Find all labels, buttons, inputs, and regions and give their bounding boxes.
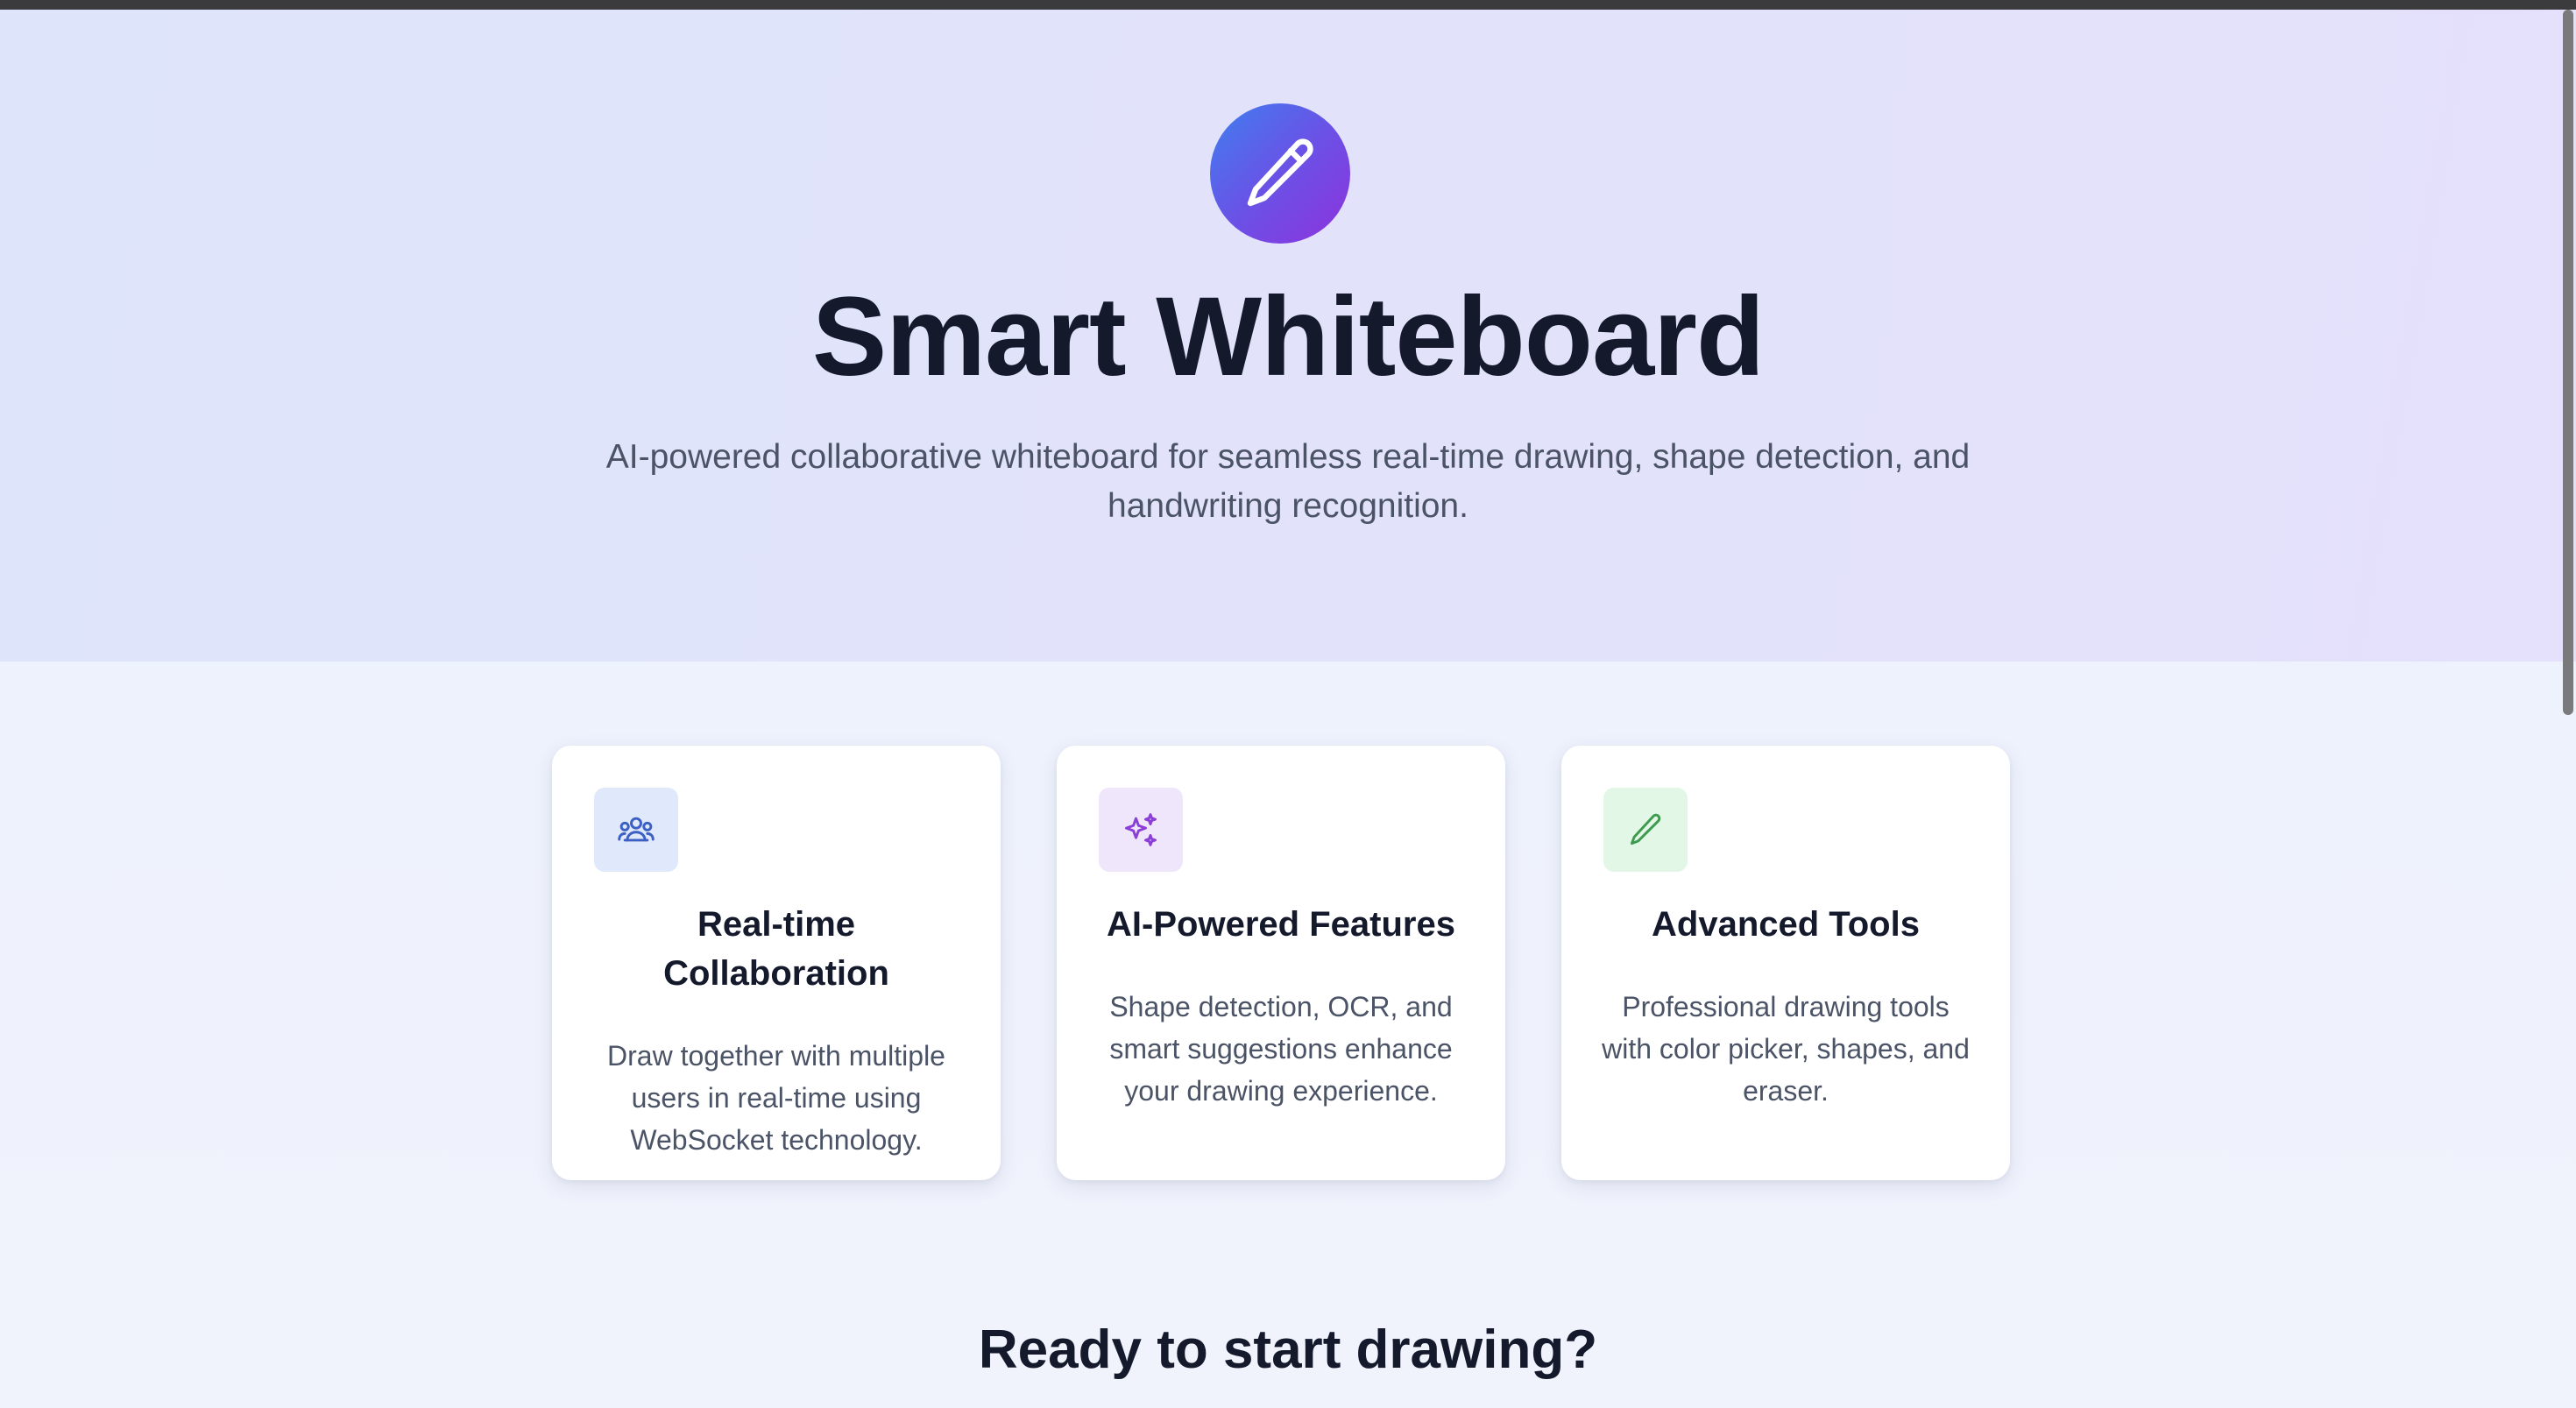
feature-title: Real-time Collaboration — [663, 905, 889, 993]
feature-icon-container — [1603, 788, 1688, 872]
feature-description: Draw together with multiple users in rea… — [607, 1040, 945, 1156]
scrollbar-thumb[interactable] — [2563, 10, 2573, 715]
pencil-icon — [1247, 138, 1313, 207]
page-subtitle: AI-powered collaborative whiteboard for … — [605, 438, 1971, 525]
feature-icon-container — [594, 788, 678, 872]
feature-title: Advanced Tools — [1652, 905, 1920, 944]
page-title: Smart Whiteboard — [811, 274, 1765, 400]
pencil-icon — [1630, 813, 1661, 846]
feature-card-tools: Advanced Tools Professional drawing tool… — [1561, 746, 2010, 1180]
feature-card-collaboration: Real-time Collaboration Draw together wi… — [552, 746, 1001, 1180]
sparkles-icon — [1125, 813, 1157, 846]
feature-card-ai: AI-Powered Features Shape detection, OCR… — [1057, 746, 1505, 1180]
feature-description: Shape detection, OCR, and smart suggesti… — [1109, 991, 1453, 1107]
feature-title: AI-Powered Features — [1107, 905, 1455, 944]
app-logo — [1210, 103, 1350, 244]
page-scrollbar[interactable] — [2560, 10, 2576, 1408]
features-section: Real-time Collaboration Draw together wi… — [0, 662, 2576, 1408]
hero-section: Smart Whiteboard AI-powered collaborativ… — [0, 10, 2576, 662]
users-icon — [618, 817, 655, 842]
window-top-bar — [0, 0, 2576, 10]
feature-icon-container — [1099, 788, 1183, 872]
cta-heading: Ready to start drawing? — [978, 1320, 1598, 1380]
feature-description: Professional drawing tools with color pi… — [1602, 991, 1970, 1107]
